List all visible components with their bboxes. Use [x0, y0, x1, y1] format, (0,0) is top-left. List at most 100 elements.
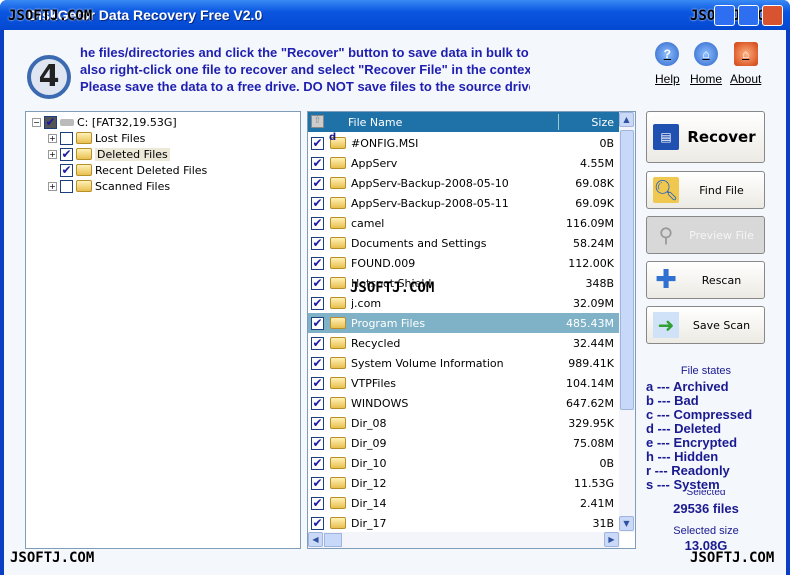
checkbox[interactable]: ✔	[311, 356, 324, 370]
checkbox[interactable]: ✔	[311, 456, 324, 470]
selected-label: Selected	[686, 490, 726, 498]
column-header-size[interactable]: Size	[591, 116, 614, 129]
checkbox[interactable]	[60, 179, 73, 193]
scroll-thumb[interactable]	[324, 533, 342, 547]
scroll-right-button[interactable]: ▶	[604, 532, 619, 547]
minimize-button[interactable]	[714, 5, 735, 26]
tree-item-scanned-files[interactable]: + Scanned Files	[48, 178, 170, 194]
tree-item-lost-files[interactable]: + Lost Files	[48, 130, 145, 146]
checkbox[interactable]: ✔	[311, 136, 324, 150]
checkbox[interactable]: ✔	[311, 476, 324, 490]
folder-tree[interactable]: − ✔ C: [FAT32,19.53G] + Lost Files + ✔ Dele…	[25, 111, 301, 549]
scroll-thumb[interactable]	[620, 130, 634, 410]
home-link[interactable]: ⌂ Home	[690, 42, 722, 86]
file-row[interactable]: ✔ Dir_09 75.08M	[308, 433, 620, 453]
tree-item-deleted-files[interactable]: + ✔ Deleted Files	[48, 146, 170, 162]
home-icon: ⌂	[694, 42, 718, 66]
expand-toggle[interactable]: +	[48, 133, 57, 143]
checkbox[interactable]: ✔	[311, 216, 324, 230]
file-size: 329.95K	[568, 416, 614, 430]
file-list[interactable]: ⇧ File Name Size ✔ d #ONFIG.MSI 0B ✔ AppServ 4…	[307, 111, 636, 549]
file-row[interactable]: ✔ Recycled 32.44M	[308, 333, 620, 353]
tree-root-drive-c[interactable]: − ✔ C: [FAT32,19.53G]	[32, 114, 177, 130]
file-row[interactable]: ✔ Program Files 485.43M	[308, 313, 620, 333]
checkbox[interactable]: ✔	[60, 163, 73, 177]
checkbox[interactable]: ✔	[311, 436, 324, 450]
checkbox[interactable]: ✔	[311, 256, 324, 270]
checkbox[interactable]: ✔	[311, 156, 324, 170]
folder-icon	[330, 497, 346, 509]
help-link[interactable]: ? Help	[655, 42, 680, 86]
file-states-legend: File states a --- Archived b --- Bad c -…	[646, 365, 766, 492]
folder-icon	[330, 357, 346, 369]
instructions: he files/directories and click the "Reco…	[80, 44, 530, 95]
up-folder-icon[interactable]: ⇧	[311, 115, 324, 128]
about-icon: ⌂	[733, 42, 758, 66]
checkbox[interactable]: ✔	[311, 516, 324, 530]
recover-button[interactable]: ▤ Recover	[646, 111, 765, 163]
file-size: 104.14M	[566, 376, 614, 390]
file-row[interactable]: ✔ camel 116.09M	[308, 213, 620, 233]
file-row[interactable]: ✔ AppServ 4.55M	[308, 153, 620, 173]
file-size: 112.00K	[568, 256, 614, 270]
checkbox[interactable]: ✔	[311, 316, 324, 330]
horizontal-scrollbar[interactable]: ◀ ▶	[308, 532, 620, 548]
checkbox[interactable]	[60, 131, 73, 145]
maximize-button[interactable]	[738, 5, 759, 26]
file-row[interactable]: ✔ d #ONFIG.MSI 0B	[308, 132, 620, 153]
close-button[interactable]	[762, 5, 783, 26]
vertical-scrollbar[interactable]: ▲ ▼	[619, 112, 635, 532]
preview-file-button[interactable]: ⚲ Preview File	[646, 216, 765, 254]
file-row[interactable]: ✔ VTPFiles 104.14M	[308, 373, 620, 393]
file-row[interactable]: ✔ Dir_14 2.41M	[308, 493, 620, 513]
checkbox[interactable]: ✔	[60, 147, 73, 161]
file-row[interactable]: ✔ WINDOWS 647.62M	[308, 393, 620, 413]
save-scan-button[interactable]: ➜ Save Scan	[646, 306, 765, 344]
state-compressed: c --- Compressed	[646, 407, 753, 422]
scroll-down-button[interactable]: ▼	[619, 516, 634, 531]
watermark: JSOFTJ.COM	[8, 8, 93, 24]
find-file-button[interactable]: 🔍︎ Find File	[646, 171, 765, 209]
file-row[interactable]: ✔ Dir_08 329.95K	[308, 413, 620, 433]
file-size: 4.55M	[580, 156, 614, 170]
floppy-disk-icon: ▤	[653, 124, 679, 150]
scroll-up-button[interactable]: ▲	[619, 112, 634, 127]
checkbox[interactable]: ✔	[311, 396, 324, 410]
file-row[interactable]: ✔ FOUND.009 112.00K	[308, 253, 620, 273]
file-row[interactable]: ✔ AppServ-Backup-2008-05-10 69.08K	[308, 173, 620, 193]
scroll-left-button[interactable]: ◀	[308, 532, 323, 547]
checkbox[interactable]: ✔	[311, 376, 324, 390]
file-row[interactable]: ✔ Documents and Settings 58.24M	[308, 233, 620, 253]
checkbox[interactable]: ✔	[44, 115, 57, 129]
collapse-toggle[interactable]: −	[32, 117, 41, 127]
watermark: JSOFTJ.COM	[10, 550, 95, 566]
file-row[interactable]: ✔ Dir_17 31B	[308, 513, 620, 533]
checkbox[interactable]: ✔	[311, 276, 324, 290]
checkbox[interactable]: ✔	[311, 416, 324, 430]
checkbox[interactable]: ✔	[311, 296, 324, 310]
file-row[interactable]: ✔ j.com 32.09M	[308, 293, 620, 313]
about-link[interactable]: ⌂ About	[730, 42, 761, 86]
checkbox[interactable]: ✔	[311, 196, 324, 210]
instruction-line: he files/directories and click the "Reco…	[80, 45, 529, 60]
expand-toggle[interactable]: +	[48, 181, 57, 191]
file-name: Dir_09	[351, 436, 387, 450]
folder-icon	[76, 164, 92, 176]
column-header-name[interactable]: File Name	[348, 116, 402, 129]
tree-item-recent-deleted-files[interactable]: ✔ Recent Deleted Files	[60, 162, 207, 178]
file-row[interactable]: ✔ System Volume Information 989.41K	[308, 353, 620, 373]
checkbox[interactable]: ✔	[311, 336, 324, 350]
expand-toggle[interactable]: +	[48, 149, 57, 159]
file-name: Recycled	[351, 336, 401, 350]
checkbox[interactable]: ✔	[311, 176, 324, 190]
checkbox[interactable]: ✔	[311, 236, 324, 250]
rescan-button[interactable]: ✚ Rescan	[646, 261, 765, 299]
file-row[interactable]: ✔ Dir_10 0B	[308, 453, 620, 473]
instruction-line: Please save the data to a free drive. DO…	[80, 79, 530, 94]
checkbox[interactable]: ✔	[311, 496, 324, 510]
find-folder-icon: 🔍︎	[653, 177, 679, 203]
file-row[interactable]: ✔ AppServ-Backup-2008-05-11 69.09K	[308, 193, 620, 213]
file-row[interactable]: ✔ Dir_12 11.53G	[308, 473, 620, 493]
folder-icon	[330, 517, 346, 529]
help-icon: ?	[655, 42, 680, 66]
